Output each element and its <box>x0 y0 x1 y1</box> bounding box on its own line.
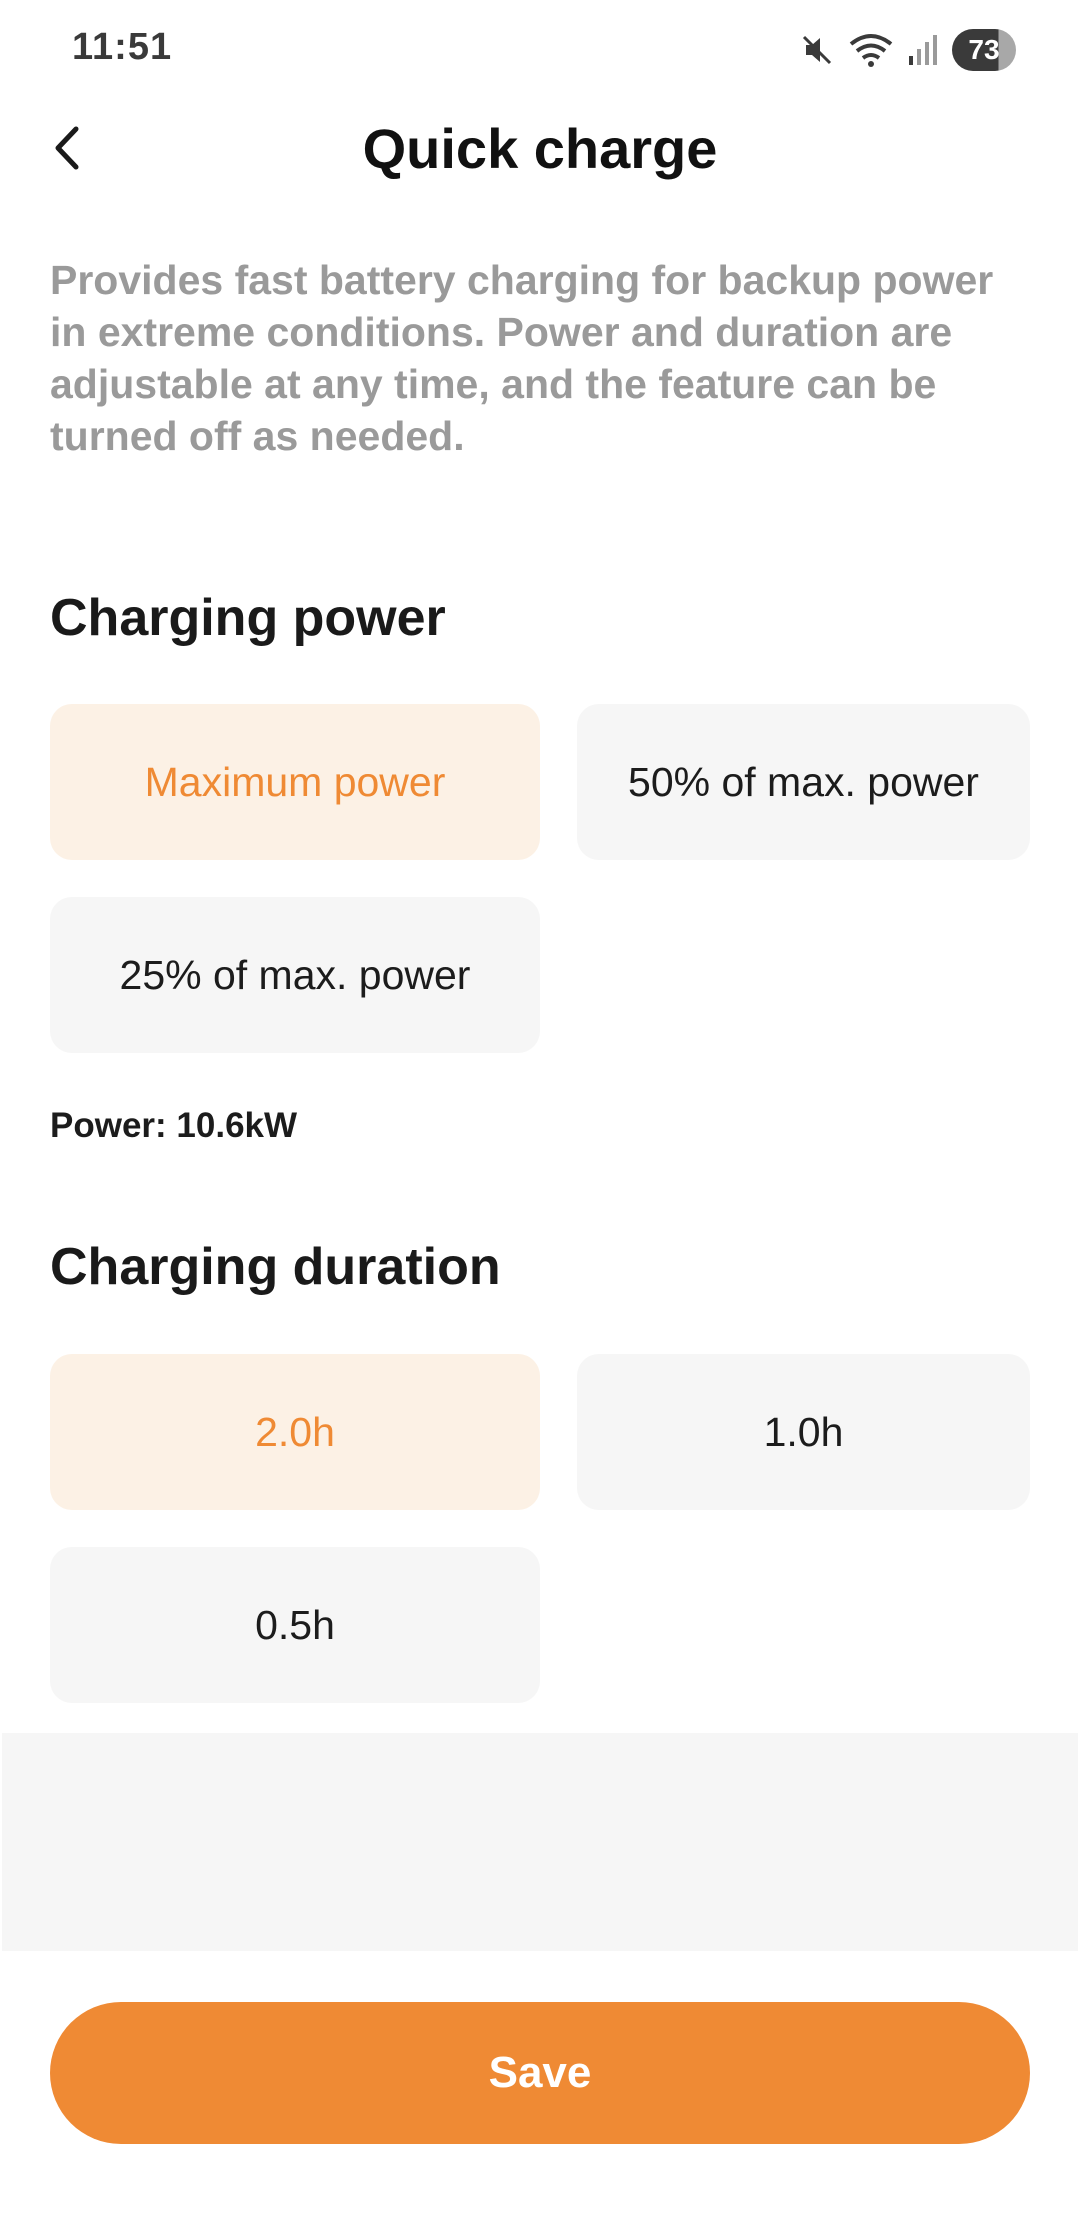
power-option-label: 25% of max. power <box>119 952 471 998</box>
page-title: Quick charge <box>362 117 718 180</box>
power-option-25[interactable]: 25% of max. power <box>50 897 540 1053</box>
status-time: 11:51 <box>72 26 173 68</box>
duration-option-label: 1.0h <box>763 1409 844 1455</box>
duration-option-1h[interactable]: 1.0h <box>577 1354 1030 1510</box>
mute-icon <box>800 33 834 67</box>
feature-description: Provides fast battery charging for backu… <box>50 257 994 459</box>
duration-option-label: 0.5h <box>255 1602 335 1648</box>
status-icons: 73 <box>800 26 1016 74</box>
power-option-maximum[interactable]: Maximum power <box>50 704 540 860</box>
header: Quick charge <box>0 100 1080 200</box>
power-option-50[interactable]: 50% of max. power <box>577 704 1030 860</box>
charging-power-title: Charging power <box>50 589 446 647</box>
status-bar: 11:51 73 <box>0 0 1080 100</box>
duration-option-label: 2.0h <box>255 1409 335 1455</box>
duration-option-0-5h[interactable]: 0.5h <box>50 1547 540 1703</box>
power-option-label: Maximum power <box>144 759 446 805</box>
wifi-icon <box>848 32 894 68</box>
power-option-label: 50% of max. power <box>628 759 979 805</box>
signal-icon <box>908 34 938 66</box>
duration-option-2h[interactable]: 2.0h <box>50 1354 540 1510</box>
save-button[interactable]: Save <box>50 2002 1030 2144</box>
charging-duration-title: Charging duration <box>50 1238 501 1296</box>
bottom-panel <box>2 1733 1078 1951</box>
battery-icon: 73 <box>952 29 1016 71</box>
power-readout: Power: 10.6kW <box>50 1106 298 1145</box>
